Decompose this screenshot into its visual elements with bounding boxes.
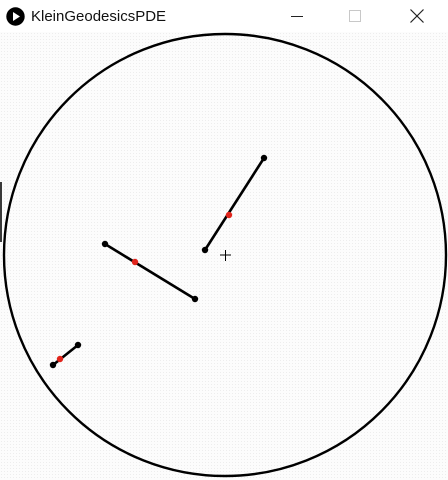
endpoint-handle[interactable]: [74, 341, 82, 349]
window-title: KleinGeodesicsPDE: [31, 8, 167, 25]
app-window: KleinGeodesicsPDE: [0, 0, 448, 480]
endpoint-handle[interactable]: [201, 246, 209, 254]
crosshair-icon: [220, 250, 231, 261]
close-icon: [410, 9, 424, 23]
midpoint-marker[interactable]: [131, 258, 139, 266]
midpoint-marker[interactable]: [225, 211, 233, 219]
sketch-canvas[interactable]: [0, 32, 448, 480]
endpoint-handle[interactable]: [101, 240, 109, 248]
title-bar[interactable]: KleinGeodesicsPDE: [0, 0, 448, 32]
geodesic-line: [52, 343, 79, 367]
close-button[interactable]: [388, 0, 446, 32]
klein-disk-drawing: [2, 32, 448, 478]
endpoint-handle[interactable]: [49, 361, 57, 369]
midpoint-marker[interactable]: [56, 355, 64, 363]
segment-2[interactable]: [101, 240, 199, 303]
geodesic-line: [104, 242, 196, 301]
geodesic-line: [203, 157, 266, 251]
minimize-button[interactable]: [268, 0, 326, 32]
endpoint-handle[interactable]: [260, 154, 268, 162]
segment-3[interactable]: [49, 341, 82, 369]
endpoint-handle[interactable]: [191, 295, 199, 303]
maximize-icon: [349, 10, 361, 22]
minimize-icon: [291, 16, 303, 17]
maximize-button[interactable]: [326, 0, 384, 32]
play-icon[interactable]: [6, 7, 25, 26]
segment-1[interactable]: [201, 154, 268, 254]
